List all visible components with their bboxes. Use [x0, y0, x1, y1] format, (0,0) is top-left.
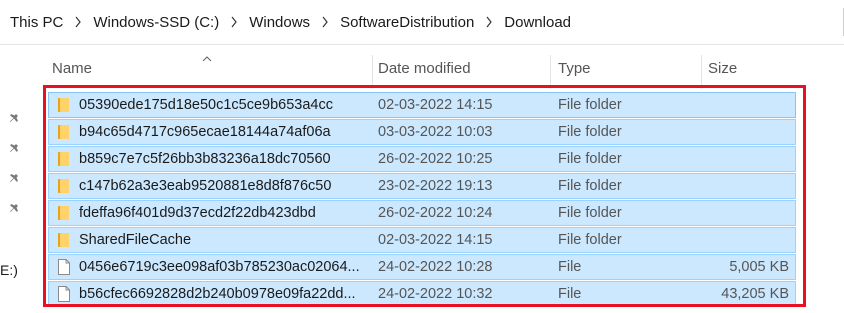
breadcrumb-software-distribution[interactable]: SoftwareDistribution [338, 14, 476, 31]
file-date: 26-02-2022 10:25 [378, 151, 493, 167]
file-name: 05390ede175d18e50c1c5ce9b653a4cc [79, 97, 333, 113]
file-name: fdeffa96f401d9d37ecd2f22db423dbd [79, 205, 316, 221]
column-divider[interactable] [550, 55, 551, 89]
pin-icon[interactable] [8, 140, 22, 154]
nav-drive-label-fragment[interactable]: E:) [0, 262, 18, 278]
file-type: File [558, 259, 582, 275]
breadcrumb-this-pc[interactable]: This PC [8, 14, 65, 31]
file-name: SharedFileCache [79, 232, 192, 248]
chevron-right-icon[interactable] [221, 16, 247, 28]
column-header-type[interactable]: Type [554, 45, 702, 91]
file-name: 0456e6719c3ee098af03b785230ac02064... [79, 259, 360, 275]
file-row[interactable]: b859c7e7c5f26bb3b83236a18dc70560 26-02-2… [48, 146, 796, 172]
file-row[interactable]: b56cfec6692828d2b240b0978e09fa22dd... 24… [48, 281, 796, 307]
column-divider[interactable] [701, 55, 702, 89]
file-date: 02-03-2022 14:15 [378, 97, 493, 113]
file-date: 24-02-2022 10:32 [378, 286, 493, 302]
column-header-size[interactable]: Size [704, 45, 844, 91]
chevron-right-icon[interactable] [65, 16, 91, 28]
file-name: b859c7e7c5f26bb3b83236a18dc70560 [79, 151, 331, 167]
column-header-type-label: Type [558, 59, 591, 77]
pin-icon[interactable] [8, 200, 22, 214]
column-header-size-label: Size [708, 59, 738, 77]
breadcrumb-windows-ssd[interactable]: Windows-SSD (C:) [91, 14, 221, 31]
file-size: 43,205 KB [721, 286, 789, 302]
column-header-row: Name Date modified Type Size [48, 45, 844, 91]
folder-icon [57, 120, 73, 144]
file-row[interactable]: 05390ede175d18e50c1c5ce9b653a4cc 02-03-2… [48, 92, 796, 118]
file-type: File folder [558, 205, 622, 221]
column-divider[interactable] [372, 55, 373, 89]
file-icon [57, 255, 73, 279]
column-header-date-modified[interactable]: Date modified [374, 45, 552, 91]
file-row[interactable]: fdeffa96f401d9d37ecd2f22db423dbd 26-02-2… [48, 200, 796, 226]
file-date: 02-03-2022 14:15 [378, 232, 493, 248]
file-type: File folder [558, 178, 622, 194]
address-bar[interactable]: This PC Windows-SSD (C:) Windows Softwar… [0, 0, 844, 45]
file-size: 5,005 KB [729, 259, 789, 275]
file-name: b94c65d4717c965ecae18144a74af06a [79, 124, 331, 140]
breadcrumb-download[interactable]: Download [502, 14, 573, 31]
file-row[interactable]: c147b62a3e3eab9520881e8d8f876c50 23-02-2… [48, 173, 796, 199]
file-type: File [558, 286, 582, 302]
file-date: 24-02-2022 10:28 [378, 259, 493, 275]
file-type: File folder [558, 124, 622, 140]
file-row[interactable]: b94c65d4717c965ecae18144a74af06a 03-03-2… [48, 119, 796, 145]
file-row[interactable]: SharedFileCache 02-03-2022 14:15 File fo… [48, 227, 796, 253]
folder-icon [57, 201, 73, 225]
file-name: b56cfec6692828d2b240b0978e09fa22dd... [79, 286, 356, 302]
pin-icon[interactable] [8, 110, 22, 124]
column-header-date-label: Date modified [378, 59, 471, 77]
folder-icon [57, 93, 73, 117]
file-date: 23-02-2022 19:13 [378, 178, 493, 194]
folder-icon [57, 228, 73, 252]
chevron-right-icon[interactable] [476, 16, 502, 28]
folder-icon [57, 147, 73, 171]
chevron-right-icon[interactable] [312, 16, 338, 28]
column-header-name[interactable]: Name [48, 45, 374, 91]
file-date: 03-03-2022 10:03 [378, 124, 493, 140]
file-date: 26-02-2022 10:24 [378, 205, 493, 221]
pin-icon[interactable] [8, 170, 22, 184]
folder-icon [57, 174, 73, 198]
column-header-name-label: Name [52, 59, 93, 77]
file-name: c147b62a3e3eab9520881e8d8f876c50 [79, 178, 332, 194]
file-type: File folder [558, 151, 622, 167]
file-type: File folder [558, 232, 622, 248]
file-type: File folder [558, 97, 622, 113]
file-icon [57, 282, 73, 306]
file-row[interactable]: 0456e6719c3ee098af03b785230ac02064... 24… [48, 254, 796, 280]
breadcrumb-windows[interactable]: Windows [247, 14, 312, 31]
